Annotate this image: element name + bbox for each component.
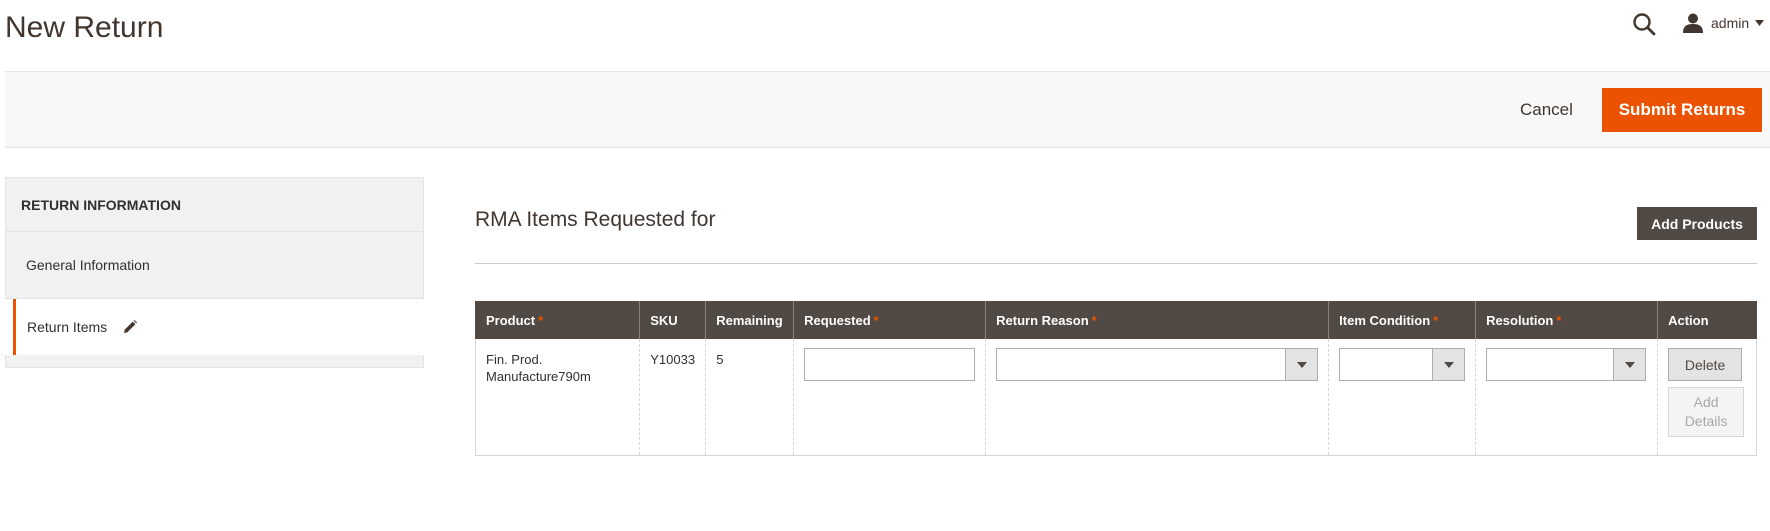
select-arrow — [1432, 349, 1465, 380]
section-title: RMA Items Requested for — [475, 208, 716, 231]
sidebar-item-return-items[interactable]: Return Items — [13, 299, 424, 355]
table-row: Fin. Prod. Manufacture790m Y10033 5 Dele… — [474, 339, 1757, 456]
add-details-button[interactable]: Add Details — [1668, 387, 1745, 437]
column-header-product: Product * — [474, 301, 640, 339]
item-condition-select[interactable] — [1339, 348, 1466, 381]
required-marker: * — [538, 312, 544, 328]
select-arrow — [1285, 349, 1318, 380]
cell-remaining: 5 — [705, 339, 794, 456]
return-information-sidebar: RETURN INFORMATION General Information R… — [5, 177, 424, 368]
search-icon — [1633, 13, 1656, 36]
sidebar-item-label: Return Items — [27, 319, 108, 335]
cell-product: Fin. Prod. Manufacture790m — [474, 339, 640, 456]
submit-returns-button[interactable]: Submit Returns — [1602, 88, 1762, 132]
product-name-line1: Fin. Prod. — [486, 352, 543, 367]
cell-sku: Y10033 — [639, 339, 706, 456]
chevron-down-icon — [1296, 361, 1307, 368]
cell-return-reason — [985, 339, 1329, 456]
sidebar-bottom-spacer — [5, 355, 424, 368]
add-details-label-line2: Details — [1684, 413, 1728, 429]
cell-action: Delete Add Details — [1657, 339, 1757, 456]
sidebar-item-label: General Information — [26, 257, 150, 273]
required-marker: * — [1091, 312, 1097, 328]
required-marker: * — [1433, 312, 1439, 328]
chevron-down-icon — [1624, 361, 1635, 368]
page-title: New Return — [5, 11, 164, 44]
admin-username: admin — [1711, 15, 1750, 31]
required-marker: * — [1556, 312, 1562, 328]
return-reason-select[interactable] — [996, 348, 1319, 381]
page-header: New Return admin — [0, 0, 1770, 70]
column-header-action: Action — [1657, 301, 1757, 339]
chevron-down-icon — [1443, 361, 1454, 368]
cell-item-condition — [1328, 339, 1476, 456]
column-header-resolution: Resolution * — [1475, 301, 1658, 339]
column-header-item-condition: Item Condition * — [1328, 301, 1476, 339]
cell-resolution — [1475, 339, 1658, 456]
cell-requested — [793, 339, 986, 456]
section-divider — [475, 263, 1757, 264]
pencil-icon — [124, 320, 138, 333]
sidebar-title: RETURN INFORMATION — [5, 177, 424, 232]
column-header-remaining: Remaining — [705, 301, 794, 339]
select-arrow — [1613, 349, 1646, 380]
product-name-line2: Manufacture790m — [486, 369, 591, 384]
column-header-return-reason: Return Reason * — [985, 301, 1329, 339]
add-details-label-line1: Add — [1693, 394, 1719, 410]
required-marker: * — [873, 312, 879, 328]
delete-item-button[interactable]: Delete — [1668, 348, 1743, 381]
column-header-sku: SKU — [639, 301, 706, 339]
add-products-button[interactable]: Add Products — [1637, 207, 1757, 240]
sidebar-item-general-information[interactable]: General Information — [5, 232, 424, 299]
global-search-button[interactable] — [1630, 10, 1660, 40]
table-header-row: Product * SKU Remaining Requested * Return… — [474, 301, 1757, 339]
admin-user-menu[interactable]: admin — [1682, 10, 1765, 36]
page-actions-bar: Cancel Submit Returns — [5, 71, 1770, 148]
column-header-requested: Requested * — [793, 301, 986, 339]
requested-qty-input[interactable] — [804, 348, 976, 381]
rma-items-table: Product * SKU Remaining Requested * Return… — [474, 301, 1757, 456]
chevron-down-icon — [1755, 20, 1765, 26]
user-icon — [1683, 13, 1703, 33]
cancel-button[interactable]: Cancel — [1505, 88, 1588, 132]
resolution-select[interactable] — [1486, 348, 1647, 381]
